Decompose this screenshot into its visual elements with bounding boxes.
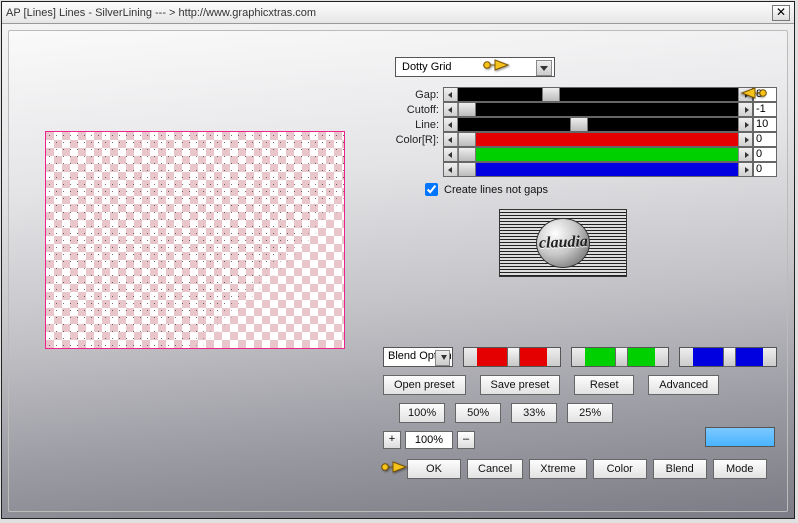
- color-g-value[interactable]: 0: [753, 147, 777, 162]
- color-r-slider[interactable]: [443, 132, 753, 147]
- arrow-left-icon[interactable]: [444, 103, 458, 116]
- advanced-button[interactable]: Advanced: [648, 375, 719, 395]
- xtreme-button[interactable]: Xtreme: [529, 459, 586, 479]
- blend-options-value: Blend Options: [388, 350, 453, 362]
- checkbox-input[interactable]: [425, 183, 438, 196]
- arrow-left-icon[interactable]: [444, 133, 458, 146]
- pct-100-button[interactable]: 100%: [399, 403, 445, 423]
- zoom-out-button[interactable]: –: [457, 431, 475, 449]
- blend-button[interactable]: Blend: [653, 459, 707, 479]
- open-preset-button[interactable]: Open preset: [383, 375, 466, 395]
- zoom-value[interactable]: 100%: [405, 431, 453, 449]
- slider-row-cutoff: Cutoff: -1: [383, 102, 777, 117]
- preset-row: Open preset Save preset Reset Advanced: [383, 375, 719, 395]
- titlebar[interactable]: AP [Lines] Lines - SilverLining --- > ht…: [2, 2, 794, 24]
- effect-dropdown[interactable]: Dotty Grid: [395, 57, 555, 77]
- effect-dropdown-value: Dotty Grid: [402, 61, 452, 73]
- slider-label: Color[R]:: [383, 134, 443, 146]
- color-swatch[interactable]: [705, 427, 775, 447]
- color-b-value[interactable]: 0: [753, 162, 777, 177]
- arrow-left-icon[interactable]: [444, 118, 458, 131]
- preview-frame: [45, 131, 345, 349]
- line-slider[interactable]: [443, 117, 753, 132]
- zoom-row: + 100% –: [383, 431, 475, 449]
- color-r-value[interactable]: 0: [753, 132, 777, 147]
- brand-logo: claudia: [499, 209, 627, 277]
- action-row: OK Cancel Xtreme Color Blend Mode: [407, 459, 767, 479]
- slider-row-color-g: 0: [383, 147, 777, 162]
- color-b-slider[interactable]: [443, 162, 753, 177]
- pct-33-button[interactable]: 33%: [511, 403, 557, 423]
- arrow-right-icon[interactable]: [738, 103, 752, 116]
- controls-panel: Dotty Grid Gap: 8 Cutoff:: [383, 39, 781, 505]
- slider-label: Cutoff:: [383, 104, 443, 116]
- gap-slider[interactable]: [443, 87, 753, 102]
- slider-label: Gap:: [383, 89, 443, 101]
- arrow-left-icon[interactable]: [444, 148, 458, 161]
- pointer-hand-icon: [739, 83, 769, 103]
- color-button[interactable]: Color: [593, 459, 647, 479]
- slider-row-line: Line: 10: [383, 117, 777, 132]
- blend-options-dropdown[interactable]: Blend Options: [383, 347, 453, 367]
- slider-label: Line:: [383, 119, 443, 131]
- blend-row: Blend Options: [383, 347, 777, 367]
- save-preset-button[interactable]: Save preset: [480, 375, 561, 395]
- cutoff-slider[interactable]: [443, 102, 753, 117]
- pct-25-button[interactable]: 25%: [567, 403, 613, 423]
- arrow-right-icon[interactable]: [738, 133, 752, 146]
- percent-row: 100% 50% 33% 25%: [399, 403, 613, 423]
- blend-b-slider[interactable]: [679, 347, 777, 367]
- preview-image[interactable]: [46, 132, 344, 348]
- arrow-left-icon[interactable]: [444, 88, 458, 101]
- arrow-left-icon[interactable]: [444, 163, 458, 176]
- brand-text: claudia: [538, 233, 587, 253]
- create-lines-checkbox[interactable]: Create lines not gaps: [425, 183, 548, 196]
- checkbox-label: Create lines not gaps: [444, 184, 548, 196]
- cutoff-value[interactable]: -1: [753, 102, 777, 117]
- slider-row-gap: Gap: 8: [383, 87, 777, 102]
- arrow-right-icon[interactable]: [738, 148, 752, 161]
- color-g-slider[interactable]: [443, 147, 753, 162]
- arrow-right-icon[interactable]: [738, 118, 752, 131]
- window-title: AP [Lines] Lines - SilverLining --- > ht…: [6, 7, 772, 19]
- slider-stack: Gap: 8 Cutoff: -1: [383, 87, 777, 177]
- slider-row-color-r: Color[R]: 0: [383, 132, 777, 147]
- reset-button[interactable]: Reset: [574, 375, 634, 395]
- pointer-hand-icon: [379, 457, 409, 477]
- pct-50-button[interactable]: 50%: [455, 403, 501, 423]
- dialog-body: Dotty Grid Gap: 8 Cutoff:: [8, 30, 788, 512]
- mode-button[interactable]: Mode: [713, 459, 767, 479]
- cancel-button[interactable]: Cancel: [467, 459, 523, 479]
- plugin-window: AP [Lines] Lines - SilverLining --- > ht…: [1, 1, 795, 519]
- pointer-hand-icon: [481, 55, 511, 75]
- blend-g-slider[interactable]: [571, 347, 669, 367]
- zoom-in-button[interactable]: +: [383, 431, 401, 449]
- arrow-right-icon[interactable]: [738, 163, 752, 176]
- blend-r-slider[interactable]: [463, 347, 561, 367]
- slider-row-color-b: 0: [383, 162, 777, 177]
- close-button[interactable]: ✕: [772, 5, 790, 21]
- ok-button[interactable]: OK: [407, 459, 461, 479]
- line-value[interactable]: 10: [753, 117, 777, 132]
